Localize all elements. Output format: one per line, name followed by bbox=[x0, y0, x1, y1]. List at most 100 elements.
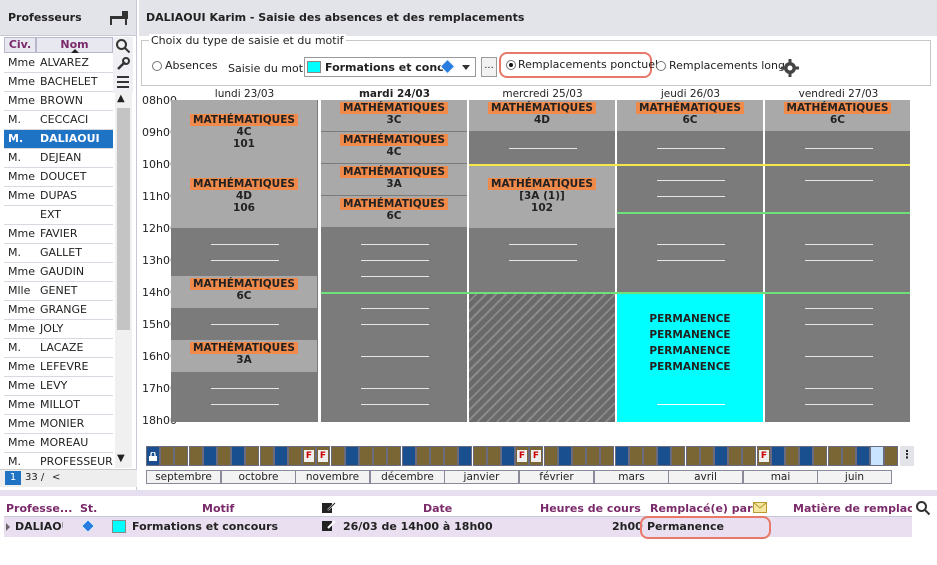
timeline-week[interactable] bbox=[501, 446, 515, 466]
mail-icon[interactable] bbox=[753, 502, 767, 513]
month-label[interactable]: avril bbox=[668, 470, 743, 484]
cell-remplace[interactable]: Permanence bbox=[647, 520, 724, 533]
day-header[interactable]: vendredi 27/03 bbox=[765, 88, 912, 100]
timeline-week[interactable] bbox=[742, 446, 756, 466]
more-button[interactable]: ... bbox=[481, 57, 497, 77]
lesson-card[interactable]: MATHÉMATIQUES 6C bbox=[171, 276, 317, 308]
month-label[interactable]: janvier bbox=[444, 470, 519, 484]
month-label[interactable]: mai bbox=[743, 470, 818, 484]
timeline-week[interactable] bbox=[260, 446, 274, 466]
timeline-week[interactable] bbox=[189, 446, 203, 466]
scrollbar-thumb[interactable] bbox=[117, 108, 130, 330]
pager-left-icon[interactable]: < bbox=[52, 472, 60, 483]
day-header[interactable]: jeudi 26/03 bbox=[617, 88, 764, 100]
gear-icon[interactable] bbox=[781, 59, 799, 77]
teacher-row[interactable]: Mme MOREAU bbox=[4, 434, 113, 453]
selected-week[interactable] bbox=[870, 446, 884, 466]
holiday-week[interactable]: F bbox=[302, 446, 316, 466]
timeline-week[interactable] bbox=[544, 446, 558, 466]
month-label[interactable]: mars bbox=[594, 470, 669, 484]
header-date[interactable]: Date bbox=[423, 502, 452, 515]
holiday-week[interactable]: F bbox=[515, 446, 529, 466]
timeline-week[interactable] bbox=[799, 446, 813, 466]
holiday-week[interactable]: F bbox=[757, 446, 771, 466]
timeline-week[interactable] bbox=[629, 446, 643, 466]
teacher-row[interactable]: Mme ALVAREZ bbox=[4, 54, 113, 73]
timeline-week[interactable] bbox=[884, 446, 898, 466]
teacher-row[interactable]: M. DALIAOUI bbox=[4, 130, 113, 149]
month-label[interactable]: décembre bbox=[370, 470, 445, 484]
lesson-card[interactable]: MATHÉMATIQUES 6C bbox=[321, 196, 467, 227]
timeline-week[interactable] bbox=[714, 446, 728, 466]
month-label[interactable]: septembre bbox=[146, 470, 221, 484]
timeline-week[interactable] bbox=[174, 446, 188, 466]
wrench-icon[interactable] bbox=[115, 56, 131, 72]
search-icon[interactable] bbox=[115, 38, 131, 54]
teacher-row[interactable]: Mme BROWN bbox=[4, 92, 113, 111]
timeline-menu-icon[interactable]: ⋮ bbox=[900, 446, 914, 466]
timeline-week[interactable] bbox=[203, 446, 217, 466]
teacher-row[interactable]: Mme LEVY bbox=[4, 377, 113, 396]
pager-page[interactable]: 1 bbox=[5, 471, 21, 485]
holiday-week[interactable]: F bbox=[316, 446, 330, 466]
teacher-row[interactable]: Mme GAUDIN bbox=[4, 263, 113, 282]
lesson-card[interactable]: MATHÉMATIQUES 6C bbox=[765, 100, 910, 131]
timeline-week[interactable] bbox=[444, 446, 458, 466]
month-label[interactable]: novembre bbox=[295, 470, 370, 484]
teacher-row[interactable]: Mme MONIER bbox=[4, 415, 113, 434]
permanence-block[interactable]: PERMANENCE PERMANENCE PERMANENCE PERMANE… bbox=[617, 293, 763, 422]
timeline-week[interactable] bbox=[387, 446, 401, 466]
lesson-card[interactable]: MATHÉMATIQUES 4D bbox=[469, 100, 615, 131]
header-heures[interactable]: Heures de cours bbox=[540, 502, 641, 515]
lesson-card[interactable]: MATHÉMATIQUES 3A bbox=[171, 340, 317, 372]
day-header[interactable]: mardi 24/03 bbox=[321, 88, 468, 100]
month-label[interactable]: juin bbox=[817, 470, 892, 484]
edit-row-icon[interactable] bbox=[322, 520, 336, 532]
timeline-week[interactable] bbox=[842, 446, 856, 466]
lesson-card[interactable]: MATHÉMATIQUES 3C bbox=[321, 100, 467, 131]
radio-ponctuels[interactable] bbox=[506, 60, 516, 70]
timeline-week[interactable] bbox=[430, 446, 444, 466]
teacher-row[interactable]: M. GALLET bbox=[4, 244, 113, 263]
timeline-week[interactable] bbox=[245, 446, 259, 466]
timeline-week[interactable] bbox=[416, 446, 430, 466]
year-timeline[interactable]: FFFFF bbox=[146, 446, 898, 466]
month-label[interactable]: février bbox=[519, 470, 594, 484]
lesson-card[interactable]: MATHÉMATIQUES [3A (1)] 102 bbox=[469, 164, 615, 228]
teacher-row[interactable]: Mme FAVIER bbox=[4, 225, 113, 244]
timeline-week[interactable] bbox=[288, 446, 302, 466]
day-header[interactable]: lundi 23/03 bbox=[171, 88, 318, 100]
timeline-week[interactable] bbox=[458, 446, 472, 466]
radio-ponctuels-label[interactable]: Remplacements ponctuels bbox=[518, 58, 664, 71]
timeline-week[interactable] bbox=[813, 446, 827, 466]
header-st[interactable]: St. bbox=[80, 502, 97, 515]
timeline-week[interactable] bbox=[700, 446, 714, 466]
timeline-week[interactable] bbox=[345, 446, 359, 466]
header-remplace[interactable]: Remplacé(e) par bbox=[650, 502, 753, 515]
header-motif[interactable]: Motif bbox=[202, 502, 234, 515]
timeline-week[interactable] bbox=[600, 446, 614, 466]
teacher-row[interactable]: Mme BACHELET bbox=[4, 73, 113, 92]
teacher-row[interactable]: M. CECCACI bbox=[4, 111, 113, 130]
timeline-week[interactable] bbox=[728, 446, 742, 466]
month-label[interactable]: octobre bbox=[221, 470, 296, 484]
timeline-week[interactable] bbox=[231, 446, 245, 466]
timeline-week[interactable] bbox=[771, 446, 785, 466]
timeline-week[interactable] bbox=[373, 446, 387, 466]
radio-longs[interactable] bbox=[656, 61, 666, 71]
radio-longs-label[interactable]: Remplacements longs bbox=[669, 59, 791, 72]
lesson-card[interactable]: MATHÉMATIQUES 4C 101 bbox=[171, 100, 317, 164]
timeline-week[interactable] bbox=[586, 446, 600, 466]
row-expand-icon[interactable] bbox=[6, 523, 10, 531]
timeline-week[interactable] bbox=[217, 446, 231, 466]
timeline-week[interactable] bbox=[643, 446, 657, 466]
edit-motif-icon[interactable] bbox=[322, 502, 336, 514]
timeline-week[interactable] bbox=[856, 446, 870, 466]
teacher-row[interactable]: Mme DUPAS bbox=[4, 187, 113, 206]
classroom-icon[interactable] bbox=[109, 10, 129, 26]
teacher-row[interactable]: M. DEJEAN bbox=[4, 149, 113, 168]
teacher-row[interactable]: Mlle GENET bbox=[4, 282, 113, 301]
timeline-week[interactable] bbox=[686, 446, 700, 466]
header-matiere[interactable]: Matière de remplacer bbox=[793, 502, 912, 515]
timeline-week[interactable] bbox=[487, 446, 501, 466]
